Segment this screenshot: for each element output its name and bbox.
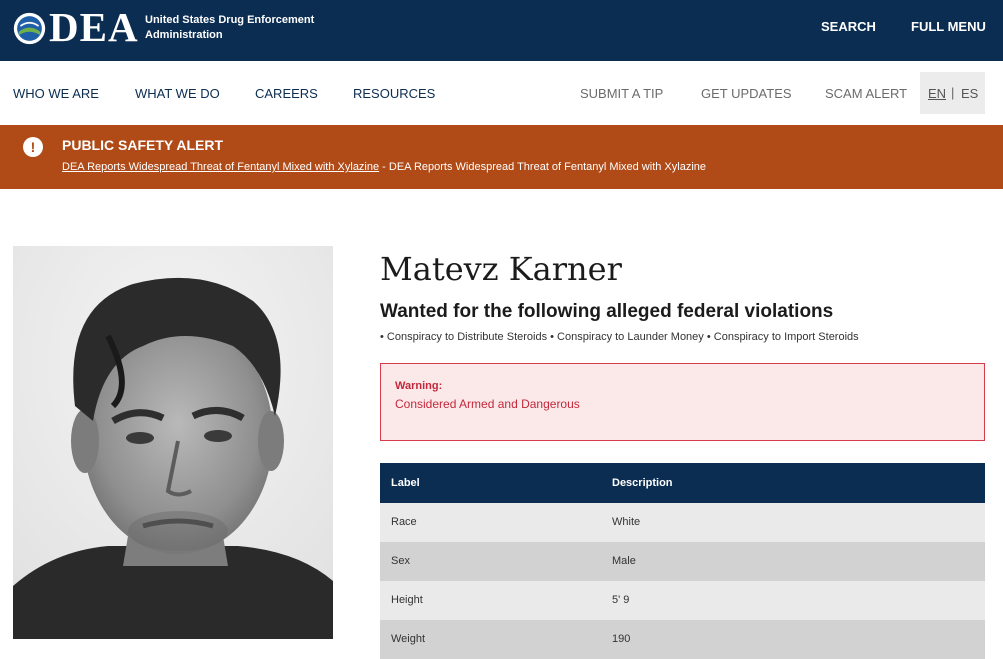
row-value: Male — [612, 555, 636, 567]
row-label: Weight — [391, 633, 426, 645]
row-value: 5' 9 — [612, 594, 630, 606]
row-value: White — [612, 516, 641, 528]
warning-label: Warning: — [395, 380, 443, 392]
language-en-link[interactable]: EN — [928, 86, 946, 101]
language-switcher: EN | ES — [920, 72, 985, 114]
header-label: Label — [391, 477, 420, 489]
site-header: DEA United States Drug Enforcement Admin… — [0, 0, 1003, 61]
nav-who-we-are[interactable]: WHO WE ARE — [13, 86, 99, 101]
table-row: Sex Male — [380, 542, 985, 581]
table-row: Race White — [380, 503, 985, 542]
table-header: Label Description — [380, 463, 985, 503]
row-label: Race — [391, 516, 417, 528]
row-label: Sex — [391, 555, 410, 567]
nav-resources[interactable]: RESOURCES — [353, 86, 435, 101]
language-es-link[interactable]: ES — [961, 86, 978, 101]
scam-alert-link[interactable]: SCAM ALERT — [825, 86, 907, 101]
header-description: Description — [612, 477, 673, 489]
get-updates-link[interactable]: GET UPDATES — [701, 86, 792, 101]
fugitive-name: Matevz Karner — [380, 250, 622, 288]
alert-link[interactable]: DEA Reports Widespread Threat of Fentany… — [62, 161, 379, 173]
warning-box: Warning: Considered Armed and Dangerous — [380, 363, 985, 441]
warning-text: Considered Armed and Dangerous — [395, 397, 580, 411]
row-label: Height — [391, 594, 423, 606]
violations-list: • Conspiracy to Distribute Steroids • Co… — [380, 331, 859, 343]
exclamation-icon: ! — [23, 137, 43, 157]
nav-careers[interactable]: CAREERS — [255, 86, 318, 101]
agency-name-line1: United States Drug Enforcement — [145, 14, 315, 26]
dea-logo-text[interactable]: DEA — [49, 5, 139, 49]
details-table: Label Description Race White Sex Male He… — [380, 463, 985, 659]
public-safety-alert: ! PUBLIC SAFETY ALERT DEA Reports Widesp… — [0, 125, 1003, 189]
fugitive-photo — [13, 246, 333, 639]
main-nav: WHO WE ARE WHAT WE DO CAREERS RESOURCES … — [0, 61, 1003, 125]
violations-heading: Wanted for the following alleged federal… — [380, 301, 834, 322]
search-button[interactable]: SEARCH — [821, 19, 876, 34]
nav-what-we-do[interactable]: WHAT WE DO — [135, 86, 220, 101]
dea-seal-icon[interactable] — [13, 12, 46, 45]
table-row: Weight 190 — [380, 620, 985, 659]
submit-tip-link[interactable]: SUBMIT A TIP — [580, 86, 663, 101]
alert-title: PUBLIC SAFETY ALERT — [62, 137, 224, 153]
agency-name-line2: Administration — [145, 29, 223, 41]
table-row: Height 5' 9 — [380, 581, 985, 620]
alert-text: DEA Reports Widespread Threat of Fentany… — [62, 161, 706, 173]
language-separator: | — [951, 85, 955, 100]
alert-description: DEA Reports Widespread Threat of Fentany… — [388, 161, 706, 173]
full-menu-button[interactable]: FULL MENU — [911, 19, 986, 34]
alert-separator: - — [379, 161, 389, 173]
agency-name[interactable]: United States Drug Enforcement Administr… — [145, 13, 335, 43]
row-value: 190 — [612, 633, 631, 645]
